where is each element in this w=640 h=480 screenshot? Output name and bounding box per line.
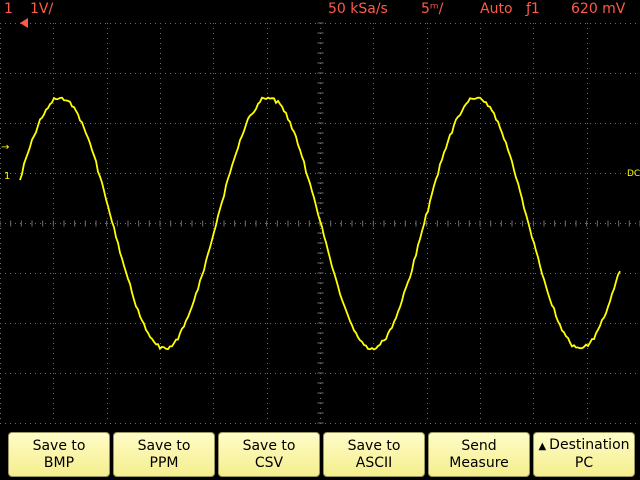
softkey-line2: PPM [149, 454, 179, 471]
status-bar: 1 1V/ 50 kSa/s 5ᵐ/ Auto ƒ1 620 mV [0, 0, 640, 18]
softkey-line1: Save to [32, 437, 86, 454]
channel-number: 1 [4, 1, 13, 17]
trigger-mode: Auto [480, 1, 513, 17]
up-triangle-icon: ▲ [538, 441, 547, 452]
save-to-ppm-button[interactable]: Save to PPM [113, 432, 215, 477]
trigger-position-marker [20, 18, 28, 28]
save-to-bmp-button[interactable]: Save to BMP [8, 432, 110, 477]
waveform-display [0, 18, 640, 424]
softkey-line1: Save to [242, 437, 296, 454]
sample-rate: 50 kSa/s [328, 1, 388, 17]
trigger-level: 620 mV [571, 1, 626, 17]
softkey-line1: ▲ Destination [538, 437, 630, 453]
trigger-level-marker: → [1, 142, 10, 153]
destination-pc-button[interactable]: ▲ Destination PC [533, 432, 635, 477]
softkey-line1: Send [461, 437, 497, 454]
softkey-line2: CSV [254, 454, 284, 471]
softkey-line2: BMP [43, 454, 75, 471]
trigger-edge-icon: ƒ1 [526, 1, 540, 17]
softkey-line2: PC [574, 455, 594, 471]
save-to-csv-button[interactable]: Save to CSV [218, 432, 320, 477]
softkey-line1: Save to [347, 437, 401, 454]
softkey-line2: ASCII [355, 454, 393, 471]
time-per-div: 5ᵐ/ [421, 1, 444, 17]
save-to-ascii-button[interactable]: Save to ASCII [323, 432, 425, 477]
reference-marker-right: DC [627, 169, 640, 179]
softkey-line1: Save to [137, 437, 191, 454]
send-measure-button[interactable]: Send Measure [428, 432, 530, 477]
softkey-line2: Measure [449, 454, 509, 471]
volts-per-div: 1V/ [30, 1, 54, 17]
softkey-bar: Save to BMP Save to PPM Save to CSV Save… [0, 430, 640, 480]
channel-ground-marker: 1 [4, 171, 11, 182]
